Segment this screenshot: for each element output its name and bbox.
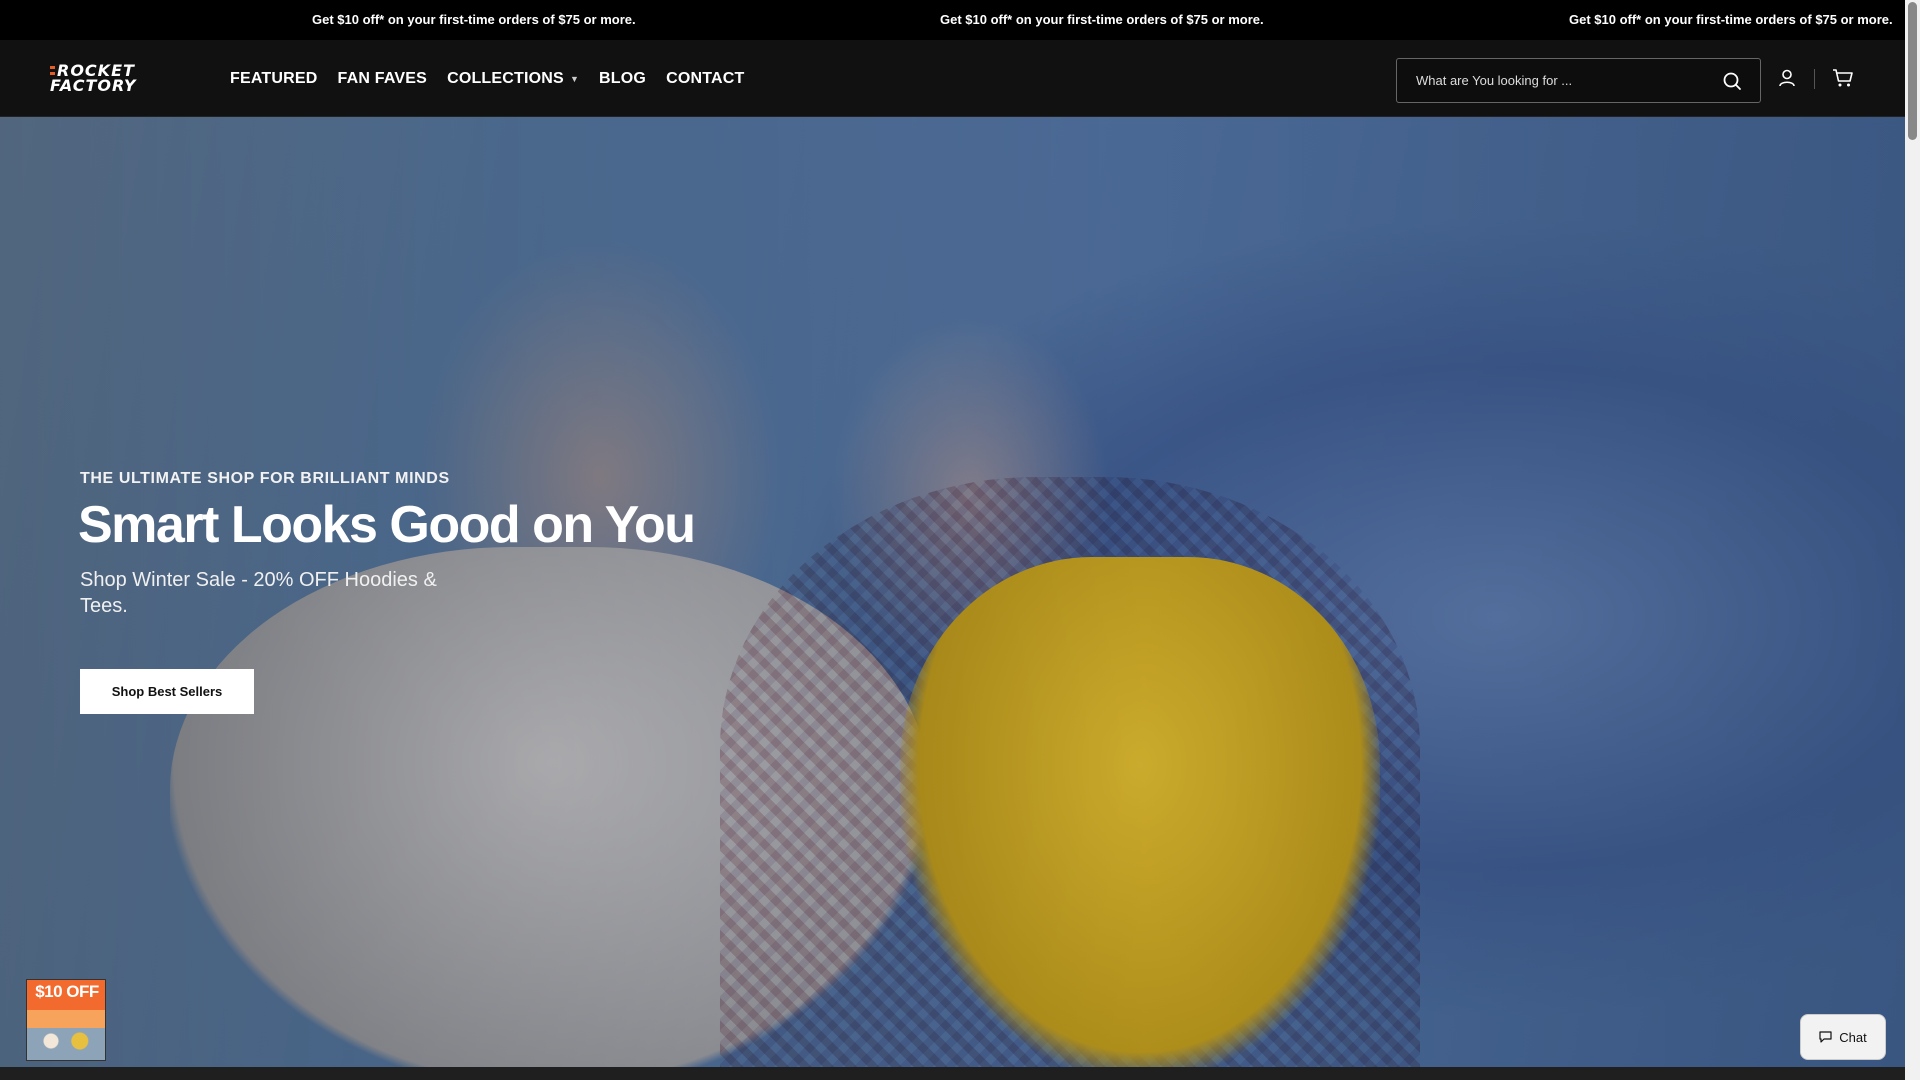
search-icon[interactable] [1722, 71, 1742, 91]
header-divider [1814, 69, 1815, 89]
promo-popup-thumbnail[interactable]: $10 OFF [26, 979, 106, 1061]
hero-subtitle: Shop Winter Sale - 20% OFF Hoodies & Tee… [80, 569, 437, 617]
nav-blog[interactable]: BLOG [599, 70, 646, 88]
chat-bubble-icon [1819, 1031, 1832, 1043]
logo[interactable]: ROCKET FACTORY [50, 62, 172, 94]
logo-mark-icon [50, 66, 55, 75]
promo-label: $10 OFF [35, 982, 99, 1001]
search-input[interactable] [1397, 59, 1707, 102]
chat-label: Chat [1839, 1029, 1867, 1045]
nav-featured[interactable]: FEATURED [230, 70, 318, 88]
announcement-text: Get $10 off* on your first-time orders o… [312, 12, 636, 27]
shop-best-sellers-button[interactable]: Shop Best Sellers [80, 669, 254, 714]
scrollbar-thumb[interactable] [1908, 2, 1917, 140]
site-header: ROCKET FACTORY FEATURED FAN FAVES COLLEC… [0, 40, 1905, 117]
announcement-text: Get $10 off* on your first-time orders o… [940, 12, 1264, 27]
search-box [1396, 58, 1761, 103]
main-nav: FEATURED FAN FAVES COLLECTIONS ▼ BLOG CON… [230, 40, 745, 117]
announcement-bar: Get $10 off* on your first-time orders o… [0, 0, 1905, 40]
announcement-text: Get $10 off* on your first-time orders o… [1569, 12, 1893, 27]
chevron-down-icon: ▼ [569, 73, 580, 84]
account-icon[interactable] [1777, 68, 1797, 88]
nav-collections[interactable]: COLLECTIONS ▼ [447, 70, 579, 88]
nav-fan-faves[interactable]: FAN FAVES [338, 70, 428, 88]
logo-line-2: FACTORY [50, 76, 137, 95]
nav-contact[interactable]: CONTACT [666, 70, 744, 88]
promo-image [35, 1032, 99, 1060]
cart-icon[interactable] [1832, 68, 1854, 88]
page-scrollbar[interactable] [1905, 0, 1920, 1080]
chat-button[interactable]: Chat [1800, 1014, 1886, 1060]
hero-banner: THE ULTIMATE SHOP FOR BRILLIANT MINDS Sm… [0, 117, 1905, 1067]
hero-eyebrow: THE ULTIMATE SHOP FOR BRILLIANT MINDS [80, 470, 450, 487]
hero-title: Smart Looks Good on You [78, 496, 696, 554]
section-divider [0, 1067, 1905, 1080]
